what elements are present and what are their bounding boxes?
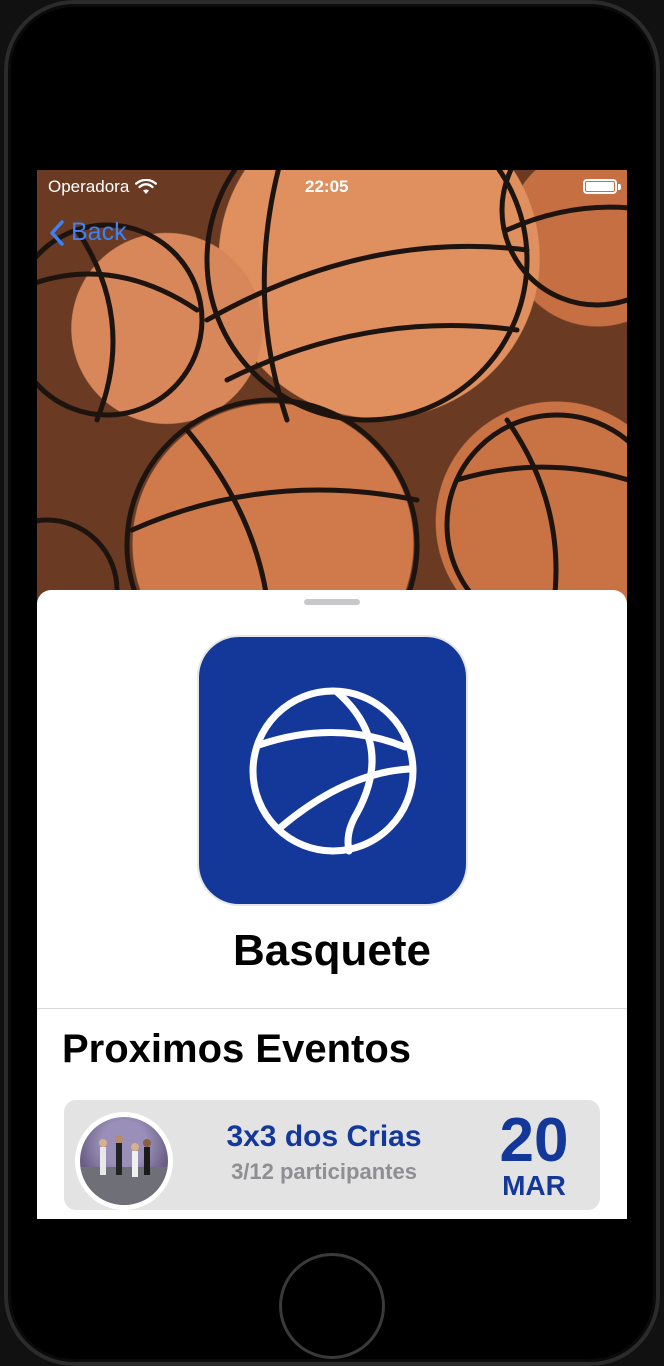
battery-icon	[583, 179, 617, 194]
event-card[interactable]: 3x3 dos Crias 3/12 participantes 20 MAR	[64, 1100, 600, 1210]
sport-detail-sheet: Basquete Proximos Eventos 3x3 dos Crias …	[37, 590, 627, 1219]
chevron-left-icon	[50, 219, 64, 246]
event-participants: 3/12 participantes	[231, 1159, 417, 1184]
sport-title: Basquete	[232, 926, 432, 975]
event-photo-illustration	[80, 1135, 168, 1205]
app-screen: Operadora 22:05 Back Basquete Proximos E…	[37, 170, 627, 1219]
status-time: 22:05	[305, 177, 349, 196]
section-divider	[37, 1008, 627, 1009]
back-button-label: Back	[71, 218, 127, 246]
back-button[interactable]: Back	[49, 218, 127, 247]
event-thumbnail	[75, 1112, 173, 1210]
carrier-info: Operadora	[48, 177, 158, 197]
sport-icon-tile	[199, 637, 466, 904]
carrier-label: Operadora	[48, 177, 130, 196]
upcoming-events-heading: Proximos Eventos	[62, 1027, 412, 1071]
status-bar: Operadora 22:05	[37, 170, 627, 204]
battery-tip	[618, 184, 621, 190]
wifi-icon	[135, 179, 158, 194]
sheet-grabber[interactable]	[304, 599, 360, 605]
event-date-month: MAR	[502, 1170, 566, 1201]
event-date-day: 20	[499, 1106, 569, 1175]
basketball-icon	[249, 687, 416, 854]
home-button[interactable]	[279, 1253, 385, 1359]
event-title: 3x3 dos Crias	[226, 1120, 422, 1153]
